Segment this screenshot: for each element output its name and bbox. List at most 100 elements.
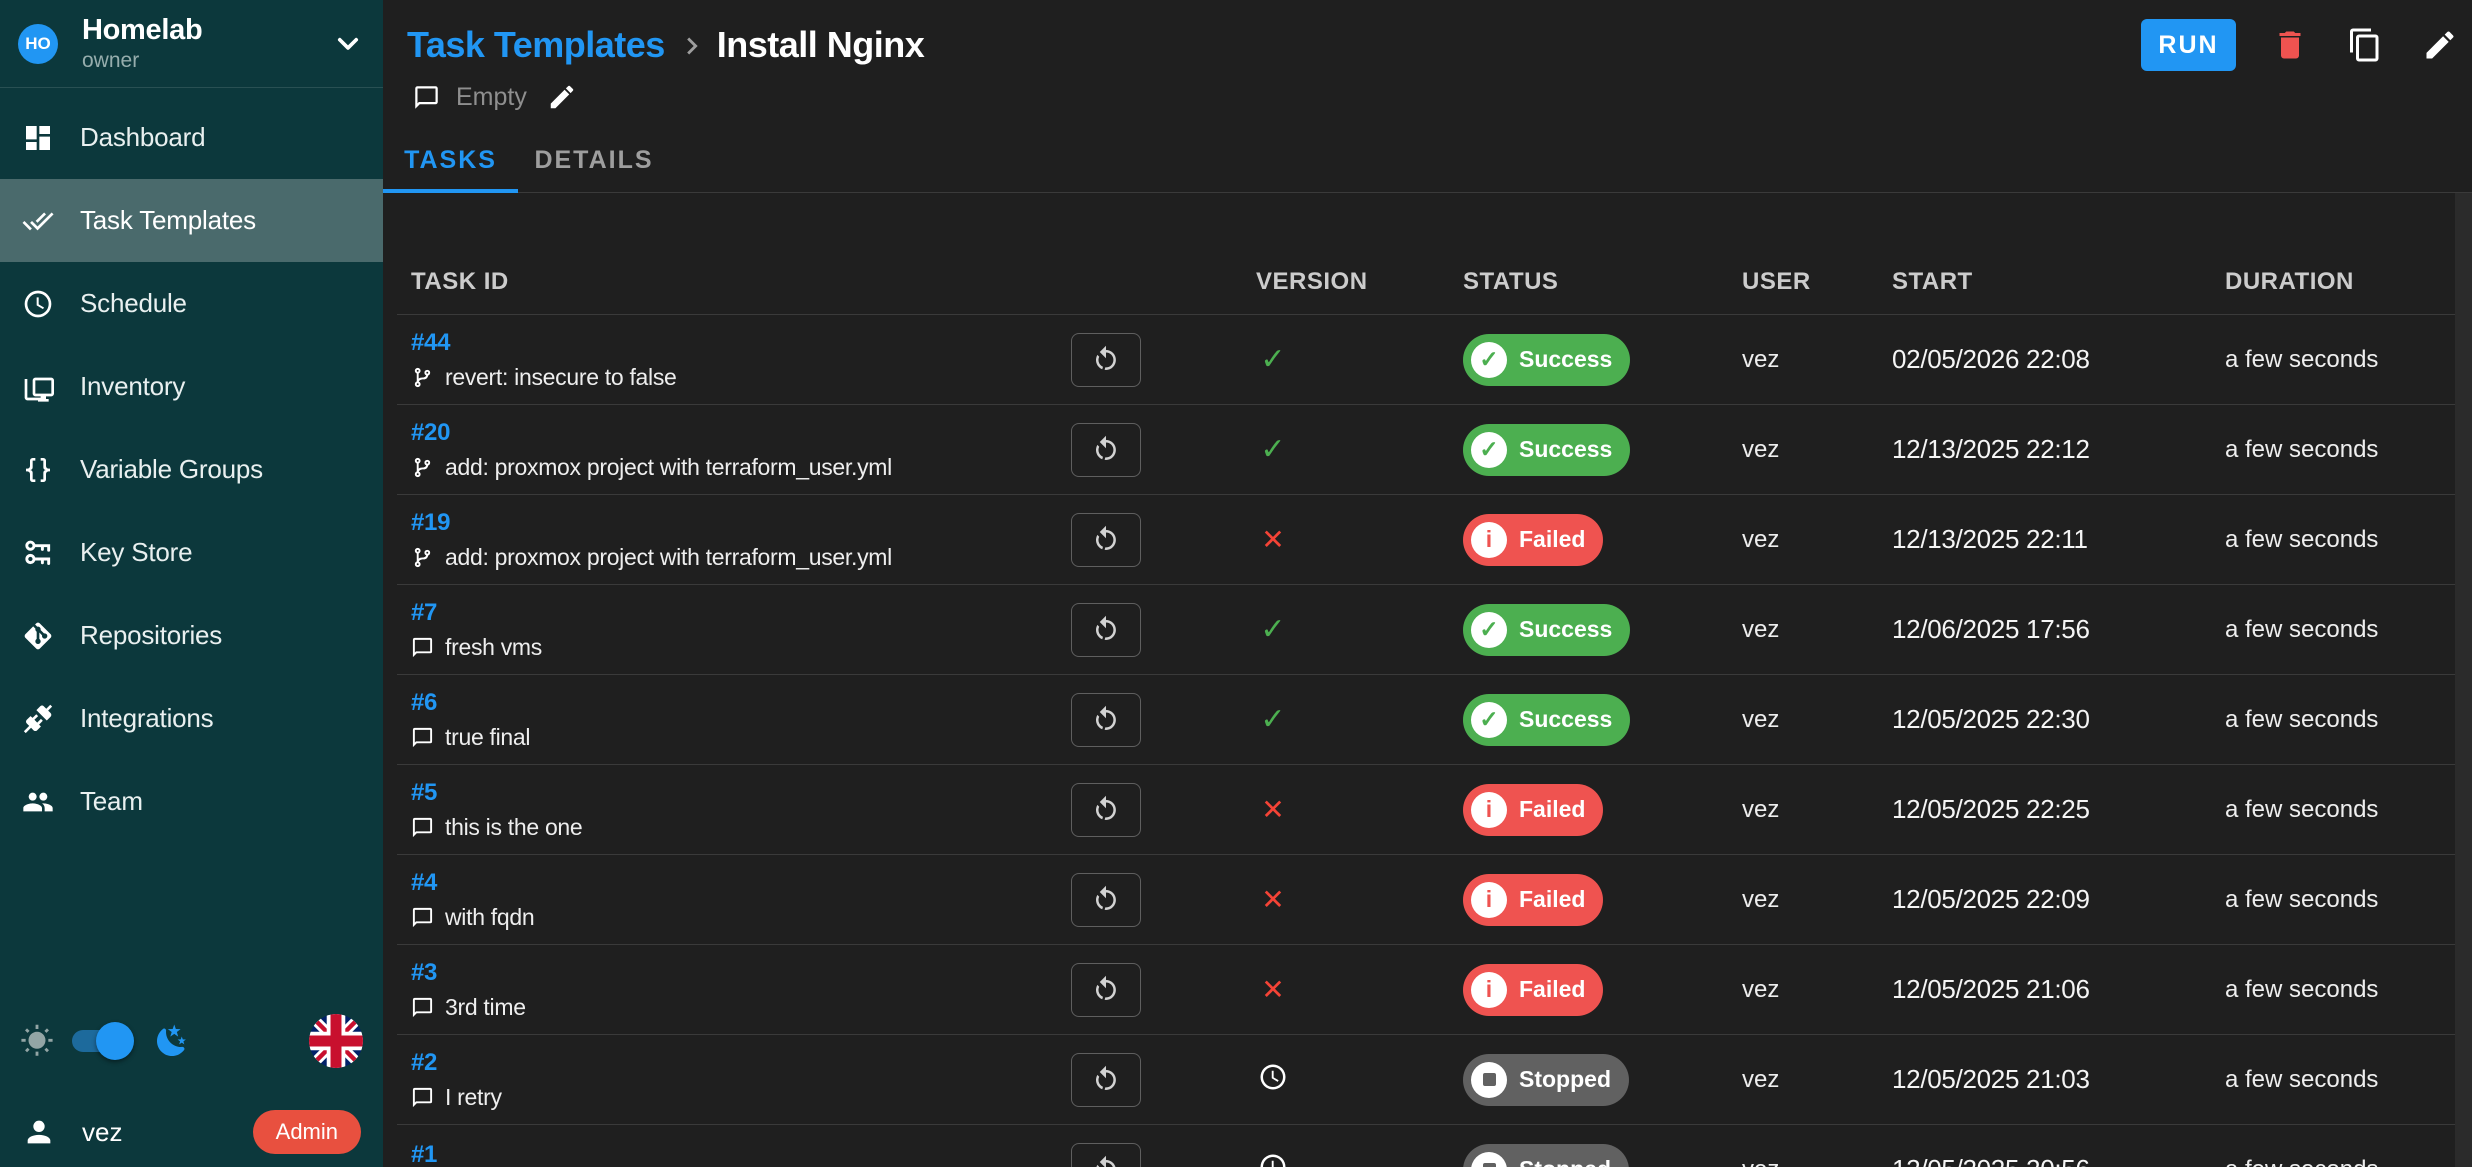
status-badge-icon [1471, 1062, 1507, 1098]
main-content: Task Templates Install Nginx Empty RUN T… [383, 0, 2472, 1167]
task-id-link[interactable]: #5 [411, 779, 437, 807]
status-badge-icon: i [1471, 522, 1507, 558]
version-status-icon: ✓ [1256, 615, 1290, 645]
task-id-link[interactable]: #1 [411, 1141, 437, 1167]
task-id-link[interactable]: #2 [411, 1049, 437, 1077]
restart-icon [1091, 1155, 1121, 1167]
vertical-scrollbar[interactable] [2455, 193, 2472, 1167]
task-id-link[interactable]: #7 [411, 599, 437, 627]
restart-task-button[interactable] [1071, 603, 1141, 657]
project-name: Homelab [82, 14, 331, 46]
status-badge: i Failed [1463, 514, 1603, 566]
task-id-link[interactable]: #20 [411, 419, 450, 447]
task-user: vez [1651, 1066, 1811, 1094]
restart-icon [1091, 975, 1121, 1005]
tab-bar: TASKS DETAILS [383, 128, 2472, 193]
theme-toggle[interactable] [72, 1030, 130, 1052]
task-message-text: add: proxmox project with terraform_user… [445, 454, 892, 481]
table-header: TASK ID VERSION STATUS USER START DURATI… [397, 193, 2455, 315]
version-status-icon: ✕ [1256, 886, 1290, 914]
copy-template-button[interactable] [2337, 17, 2393, 73]
chevron-right-icon [675, 29, 709, 63]
restart-task-button[interactable] [1071, 963, 1141, 1017]
sidebar-item-team[interactable]: Team [0, 760, 383, 843]
task-user: vez [1651, 796, 1811, 824]
sidebar-item-label: Team [80, 786, 143, 817]
status-badge: i Failed [1463, 874, 1603, 926]
edit-template-button[interactable] [2412, 17, 2468, 73]
message-bubble-icon [411, 996, 434, 1019]
status-badge: ✓ Success [1463, 424, 1630, 476]
message-bubble-icon [411, 906, 434, 929]
version-status-icon [1256, 1062, 1290, 1092]
run-button[interactable]: RUN [2141, 19, 2236, 71]
code-braces-icon [22, 454, 54, 486]
status-label: Success [1519, 706, 1612, 733]
restart-task-button[interactable] [1071, 783, 1141, 837]
sidebar-item-variable-groups[interactable]: Variable Groups [0, 428, 383, 511]
sidebar-item-key-store[interactable]: Key Store [0, 511, 383, 594]
restart-task-button[interactable] [1071, 1143, 1141, 1167]
table-row: #20 add: proxmox project with terraform_… [397, 405, 2455, 495]
version-status-icon: ✕ [1256, 796, 1290, 824]
task-id-link[interactable]: #6 [411, 689, 437, 717]
sidebar-item-integrations[interactable]: Integrations [0, 677, 383, 760]
task-start: 12/05/2025 21:03 [1811, 1064, 2141, 1095]
message-bubble-icon [411, 816, 434, 839]
tab-tasks[interactable]: TASKS [383, 128, 518, 192]
task-id-link[interactable]: #3 [411, 959, 437, 987]
source-branch-icon [411, 366, 434, 389]
task-id-link[interactable]: #44 [411, 329, 450, 357]
restart-task-button[interactable] [1071, 1053, 1141, 1107]
restart-task-button[interactable] [1071, 693, 1141, 747]
task-duration: a few seconds [2141, 886, 2455, 914]
sidebar-item-label: Dashboard [80, 122, 205, 153]
sidebar-item-task-templates[interactable]: Task Templates [0, 179, 383, 262]
sidebar-item-repositories[interactable]: Repositories [0, 594, 383, 677]
language-flag-button[interactable] [309, 1014, 363, 1068]
key-chain-icon [22, 537, 54, 569]
status-badge-icon [1471, 1152, 1507, 1167]
message-bubble-icon [411, 1086, 434, 1109]
status-label: Stopped [1519, 1156, 1611, 1167]
project-switcher[interactable]: HO Homelab owner [0, 0, 383, 88]
table-row: #1 Stopped vez 12/05/2025 20:56 a few se… [397, 1125, 2455, 1167]
restart-task-button[interactable] [1071, 423, 1141, 477]
task-message-text: I retry [445, 1084, 502, 1111]
sidebar: HO Homelab owner Dashboard Task Template… [0, 0, 383, 1167]
task-id-link[interactable]: #4 [411, 869, 437, 897]
status-badge: i Failed [1463, 784, 1603, 836]
tab-details[interactable]: DETAILS [518, 128, 670, 192]
breadcrumb-task-templates-link[interactable]: Task Templates [407, 24, 665, 66]
account-icon [22, 1115, 56, 1149]
restart-task-button[interactable] [1071, 333, 1141, 387]
edit-description-pencil-icon[interactable] [547, 82, 577, 112]
account-multiple-icon [22, 786, 54, 818]
column-user: USER [1651, 268, 1811, 296]
sidebar-item-dashboard[interactable]: Dashboard [0, 96, 383, 179]
sidebar-item-inventory[interactable]: Inventory [0, 345, 383, 428]
status-badge-icon: ✓ [1471, 342, 1507, 378]
sidebar-item-label: Task Templates [80, 205, 256, 236]
status-badge: i Failed [1463, 964, 1603, 1016]
sidebar-item-schedule[interactable]: Schedule [0, 262, 383, 345]
restart-task-button[interactable] [1071, 513, 1141, 567]
sidebar-item-label: Integrations [80, 703, 213, 734]
task-message-text: revert: insecure to false [445, 364, 677, 391]
task-user: vez [1651, 976, 1811, 1004]
restart-task-button[interactable] [1071, 873, 1141, 927]
task-start: 12/05/2025 22:30 [1811, 704, 2141, 735]
delete-template-button[interactable] [2262, 17, 2318, 73]
source-branch-icon [411, 456, 434, 479]
sidebar-nav: Dashboard Task Templates Schedule Invent… [0, 88, 383, 843]
moon-icon [154, 1023, 190, 1059]
task-start: 02/05/2026 22:08 [1811, 344, 2141, 375]
status-badge: ✓ Success [1463, 604, 1630, 656]
sidebar-user[interactable]: vez Admin [0, 1100, 383, 1164]
connection-icon [22, 703, 54, 735]
task-message-text: 3rd time [445, 994, 526, 1021]
sidebar-theme-controls [0, 1009, 383, 1073]
task-id-link[interactable]: #19 [411, 509, 450, 537]
sidebar-item-label: Inventory [80, 371, 185, 402]
task-start: 12/13/2025 22:12 [1811, 434, 2141, 465]
